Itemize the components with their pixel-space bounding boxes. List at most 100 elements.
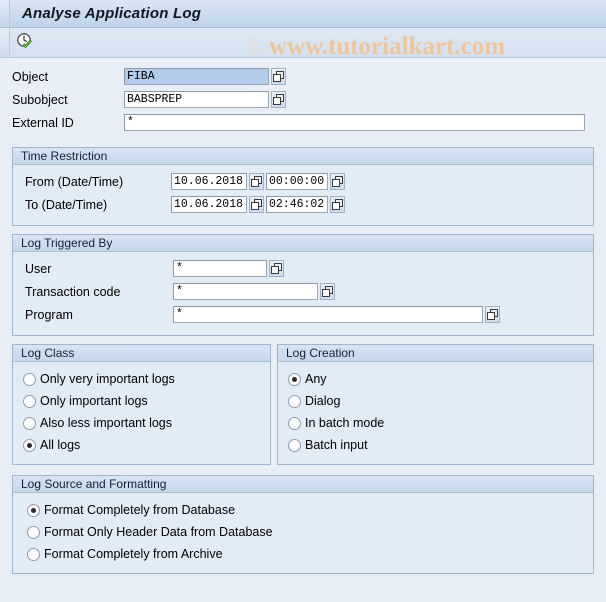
radio-row-dialog[interactable]: Dialog — [278, 390, 593, 412]
radio-format-completely-from-database[interactable] — [27, 503, 40, 517]
radio-only-very-important-logs[interactable] — [23, 372, 36, 386]
program-search-help-button[interactable] — [485, 306, 500, 323]
radio-row-in-batch-mode[interactable]: In batch mode — [278, 412, 593, 434]
page-title: Analyse Application Log — [22, 5, 202, 22]
radio-label-any[interactable]: Any — [305, 372, 327, 386]
from-date-search-help-button[interactable] — [249, 173, 264, 190]
radio-row-any[interactable]: Any — [278, 368, 593, 390]
radio-label-also-less-important-logs[interactable]: Also less important logs — [40, 416, 172, 430]
time-restriction-body: From (Date/Time) 10.06.2018 00:00:00 To … — [13, 165, 593, 225]
radio-all-logs[interactable] — [23, 438, 36, 452]
to-date-value: 10.06.2018 — [174, 198, 244, 211]
external-id-input[interactable]: * — [124, 114, 585, 131]
radio-row-also-less-important-logs[interactable]: Also less important logs — [13, 412, 270, 434]
from-time-input[interactable]: 00:00:00 — [266, 173, 328, 190]
label-subobject: Subobject — [12, 92, 68, 107]
search-help-icon — [332, 176, 343, 187]
field-row-user: User * — [13, 258, 593, 279]
transaction-code-input[interactable]: * — [173, 283, 318, 300]
search-help-icon — [332, 199, 343, 210]
log-triggered-by-title: Log Triggered By — [13, 235, 593, 252]
label-user: User — [25, 261, 52, 276]
object-input-value: FIBA — [127, 70, 155, 83]
search-help-icon — [487, 309, 498, 320]
transaction-code-input-value: * — [176, 285, 183, 298]
log-source-formatting-body: Format Completely from Database Format O… — [13, 493, 593, 573]
log-class-title: Log Class — [13, 345, 270, 362]
radio-dialog[interactable] — [288, 394, 301, 408]
user-input[interactable]: * — [173, 260, 267, 277]
toolbar-gripper[interactable] — [0, 28, 10, 57]
radio-label-format-completely-from-archive[interactable]: Format Completely from Archive — [44, 547, 223, 561]
radio-any[interactable] — [288, 372, 301, 386]
program-input[interactable]: * — [173, 306, 483, 323]
log-source-formatting-group: Log Source and Formatting Format Complet… — [12, 475, 594, 574]
window-title-bar: Analyse Application Log — [0, 0, 606, 28]
label-object: Object — [12, 69, 49, 84]
log-creation-title: Log Creation — [278, 345, 593, 362]
log-class-group: Log Class Only very important logs Only … — [12, 344, 271, 465]
radio-row-format-only-header-data-from-database[interactable]: Format Only Header Data from Database — [13, 521, 593, 543]
field-row-object: Object FIBA — [0, 66, 606, 87]
search-help-icon — [273, 71, 284, 82]
header-fields-group: Object FIBA Subobject BABSPREP External … — [0, 58, 606, 141]
radio-format-only-header-data-from-database[interactable] — [27, 525, 40, 539]
search-help-icon — [251, 199, 262, 210]
form-content: Object FIBA Subobject BABSPREP External … — [0, 58, 606, 574]
radio-batch-input[interactable] — [288, 438, 301, 452]
radio-row-all-logs[interactable]: All logs — [13, 434, 270, 456]
to-date-input[interactable]: 10.06.2018 — [171, 196, 247, 213]
time-restriction-group: Time Restriction From (Date/Time) 10.06.… — [12, 147, 594, 226]
radio-row-format-completely-from-database[interactable]: Format Completely from Database — [13, 499, 593, 521]
user-search-help-button[interactable] — [269, 260, 284, 277]
radio-label-only-important-logs[interactable]: Only important logs — [40, 394, 148, 408]
radio-label-format-completely-from-database[interactable]: Format Completely from Database — [44, 503, 235, 517]
time-restriction-title: Time Restriction — [13, 148, 593, 165]
from-date-value: 10.06.2018 — [174, 175, 244, 188]
log-source-formatting-title: Log Source and Formatting — [13, 476, 593, 493]
field-row-program: Program * — [13, 304, 593, 325]
log-triggered-by-body: User * Transaction code * Program * — [13, 252, 593, 335]
program-input-value: * — [176, 308, 183, 321]
subobject-input-value: BABSPREP — [127, 93, 183, 106]
field-row-to-datetime: To (Date/Time) 10.06.2018 02:46:02 — [13, 194, 593, 215]
log-class-body: Only very important logs Only important … — [13, 362, 270, 464]
radio-row-batch-input[interactable]: Batch input — [278, 434, 593, 456]
radio-label-in-batch-mode[interactable]: In batch mode — [305, 416, 384, 430]
radio-in-batch-mode[interactable] — [288, 416, 301, 430]
title-bar-gripper — [0, 0, 10, 27]
radio-format-completely-from-archive[interactable] — [27, 547, 40, 561]
to-time-input[interactable]: 02:46:02 — [266, 196, 328, 213]
from-date-input[interactable]: 10.06.2018 — [171, 173, 247, 190]
from-time-search-help-button[interactable] — [330, 173, 345, 190]
to-time-search-help-button[interactable] — [330, 196, 345, 213]
subobject-input[interactable]: BABSPREP — [124, 91, 269, 108]
radio-label-format-only-header-data-from-database[interactable]: Format Only Header Data from Database — [44, 525, 273, 539]
radio-label-all-logs[interactable]: All logs — [40, 438, 80, 452]
radio-label-batch-input[interactable]: Batch input — [305, 438, 368, 452]
object-input[interactable]: FIBA — [124, 68, 269, 85]
from-time-value: 00:00:00 — [269, 175, 325, 188]
execute-button[interactable] — [13, 31, 37, 55]
radio-only-important-logs[interactable] — [23, 394, 36, 408]
search-help-icon — [273, 94, 284, 105]
log-creation-body: Any Dialog In batch mode Batch input — [278, 362, 593, 464]
transaction-code-search-help-button[interactable] — [320, 283, 335, 300]
radio-label-dialog[interactable]: Dialog — [305, 394, 340, 408]
radio-label-only-very-important-logs[interactable]: Only very important logs — [40, 372, 175, 386]
radio-row-only-very-important-logs[interactable]: Only very important logs — [13, 368, 270, 390]
search-help-icon — [271, 263, 282, 274]
subobject-search-help-button[interactable] — [271, 91, 286, 108]
label-transaction-code: Transaction code — [25, 284, 121, 299]
label-program: Program — [25, 307, 73, 322]
object-search-help-button[interactable] — [271, 68, 286, 85]
label-external-id: External ID — [12, 115, 74, 130]
field-row-from-datetime: From (Date/Time) 10.06.2018 00:00:00 — [13, 171, 593, 192]
log-triggered-by-group: Log Triggered By User * Transaction code… — [12, 234, 594, 336]
radio-row-only-important-logs[interactable]: Only important logs — [13, 390, 270, 412]
to-date-search-help-button[interactable] — [249, 196, 264, 213]
field-row-transaction-code: Transaction code * — [13, 281, 593, 302]
label-from-datetime: From (Date/Time) — [25, 174, 124, 189]
radio-row-format-completely-from-archive[interactable]: Format Completely from Archive — [13, 543, 593, 565]
radio-also-less-important-logs[interactable] — [23, 416, 36, 430]
